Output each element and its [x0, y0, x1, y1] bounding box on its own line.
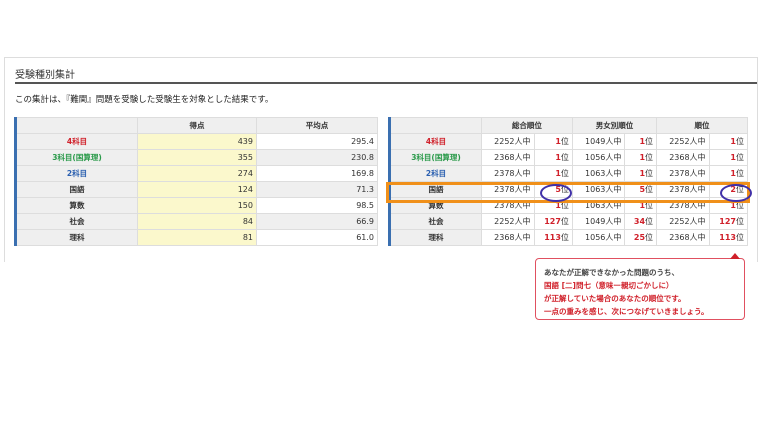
- header-score: 得点: [137, 117, 257, 134]
- total-count-cell: 2378人中: [656, 181, 710, 198]
- total-count-cell: 2378人中: [656, 197, 710, 214]
- rank-cell: 5位: [624, 181, 658, 198]
- total-count-cell: 2368人中: [656, 229, 710, 246]
- table-row: 3科目(国算理) 355 230.8: [15, 149, 378, 166]
- header-rank: 順位: [656, 117, 748, 134]
- total-count-cell: 2368人中: [656, 149, 710, 166]
- row-label: 2科目: [389, 165, 482, 182]
- rank-cell: 127位: [533, 213, 573, 230]
- score-cell: 439: [137, 133, 257, 150]
- table-row: 4科目 439 295.4: [15, 133, 378, 150]
- total-count-cell: 1056人中: [571, 149, 626, 166]
- average-cell: 230.8: [256, 149, 378, 166]
- total-count-cell: 2378人中: [481, 165, 535, 182]
- tooltip-line: 一点の重みを感じ、次につなげていきましょう。: [544, 307, 709, 316]
- rank-cell: 1位: [533, 149, 573, 166]
- total-count-cell: 1049人中: [571, 133, 626, 150]
- table-row: 算数 150 98.5: [15, 197, 378, 214]
- tooltip-line: あなたが正解できなかった問題のうち、: [544, 268, 679, 277]
- table-row: 理科 2368人中 113位 1056人中 25位 2368人中 113位: [389, 229, 749, 246]
- total-count-cell: 2252人中: [481, 213, 535, 230]
- rank-cell: 1位: [708, 133, 749, 150]
- tooltip-line: 国語 [二]問七（意味ー親切ごかしに）: [544, 281, 674, 290]
- rank-table: 総合順位 男女別順位 順位 4科目 2252人中 1位 1049人中 1位 2252人中 1…: [388, 117, 749, 246]
- total-count-cell: 1063人中: [571, 197, 626, 214]
- rank-cell: 25位: [624, 229, 658, 246]
- average-cell: 71.3: [256, 181, 378, 198]
- total-count-cell: 2378人中: [656, 165, 710, 182]
- table-row: 2科目 274 169.8: [15, 165, 378, 182]
- row-label: 4科目: [389, 133, 482, 150]
- rank-cell: 1位: [533, 133, 573, 150]
- header-blank: [15, 117, 138, 134]
- description: この集計は、『難関』問題を受験した受験生を対象とした結果です。: [15, 95, 274, 105]
- row-label: 理科: [15, 229, 138, 246]
- divider: [15, 82, 757, 84]
- score-cell: 81: [137, 229, 257, 246]
- table-row: 社会 84 66.9: [15, 213, 378, 230]
- total-count-cell: 2368人中: [481, 149, 535, 166]
- score-cell: 84: [137, 213, 257, 230]
- score-cell: 355: [137, 149, 257, 166]
- total-count-cell: 1049人中: [571, 213, 626, 230]
- header-gender-rank: 男女別順位: [571, 117, 658, 134]
- average-cell: 98.5: [256, 197, 378, 214]
- rank-cell: 1位: [624, 165, 658, 182]
- rank-cell: 1位: [624, 197, 658, 214]
- table-row: 3科目(国算理) 2368人中 1位 1056人中 1位 2368人中 1位: [389, 149, 749, 166]
- rank-cell: 113位: [533, 229, 573, 246]
- rank-tooltip: あなたが正解できなかった問題のうち、 国語 [二]問七（意味ー親切ごかしに） が…: [535, 253, 745, 320]
- average-cell: 169.8: [256, 165, 378, 182]
- header-overall-rank: 総合順位: [481, 117, 573, 134]
- table-row: 国語 124 71.3: [15, 181, 378, 198]
- total-count-cell: 2252人中: [656, 213, 710, 230]
- table-row: 4科目 2252人中 1位 1049人中 1位 2252人中 1位: [389, 133, 749, 150]
- average-cell: 61.0: [256, 229, 378, 246]
- row-label: 算数: [389, 197, 482, 214]
- rank-cell: 113位: [708, 229, 749, 246]
- row-label: 3科目(国算理): [389, 149, 482, 166]
- total-count-cell: 1063人中: [571, 165, 626, 182]
- row-label: 算数: [15, 197, 138, 214]
- table-row: 理科 81 61.0: [15, 229, 378, 246]
- rank-cell: 127位: [708, 213, 749, 230]
- row-label: 国語: [15, 181, 138, 198]
- rank-cell: 1位: [624, 133, 658, 150]
- rank-cell: 1位: [533, 165, 573, 182]
- average-cell: 295.4: [256, 133, 378, 150]
- score-cell: 124: [137, 181, 257, 198]
- header-blank: [389, 117, 482, 134]
- rank-cell: 1位: [708, 165, 749, 182]
- total-count-cell: 2252人中: [481, 133, 535, 150]
- table-row: 算数 2378人中 1位 1063人中 1位 2378人中 1位: [389, 197, 749, 214]
- table-row: 2科目 2378人中 1位 1063人中 1位 2378人中 1位: [389, 165, 749, 182]
- average-cell: 66.9: [256, 213, 378, 230]
- rank-cell: 34位: [624, 213, 658, 230]
- total-count-cell: 1063人中: [571, 181, 626, 198]
- total-count-cell: 2378人中: [481, 181, 535, 198]
- row-label: 2科目: [15, 165, 138, 182]
- total-count-cell: 2368人中: [481, 229, 535, 246]
- section-title: 受験種別集計: [15, 70, 75, 81]
- tooltip-arrow: [730, 253, 740, 259]
- table-row: 社会 2252人中 127位 1049人中 34位 2252人中 127位: [389, 213, 749, 230]
- score-cell: 150: [137, 197, 257, 214]
- total-count-cell: 1056人中: [571, 229, 626, 246]
- row-label: 社会: [389, 213, 482, 230]
- score-table: 得点 平均点 4科目 439 295.4 3科目(国算理) 355 230.8 2科…: [14, 117, 378, 246]
- row-label: 社会: [15, 213, 138, 230]
- circle-mark: [540, 184, 572, 202]
- header-average: 平均点: [256, 117, 378, 134]
- rank-cell: 1位: [708, 149, 749, 166]
- total-count-cell: 2378人中: [481, 197, 535, 214]
- row-label: 国語: [389, 181, 482, 198]
- row-label: 理科: [389, 229, 482, 246]
- row-label: 3科目(国算理): [15, 149, 138, 166]
- circle-mark: [720, 184, 752, 202]
- score-cell: 274: [137, 165, 257, 182]
- tooltip-line: が正解していた場合のあなたの順位です。: [544, 294, 686, 303]
- total-count-cell: 2252人中: [656, 133, 710, 150]
- rank-cell: 1位: [624, 149, 658, 166]
- row-label: 4科目: [15, 133, 138, 150]
